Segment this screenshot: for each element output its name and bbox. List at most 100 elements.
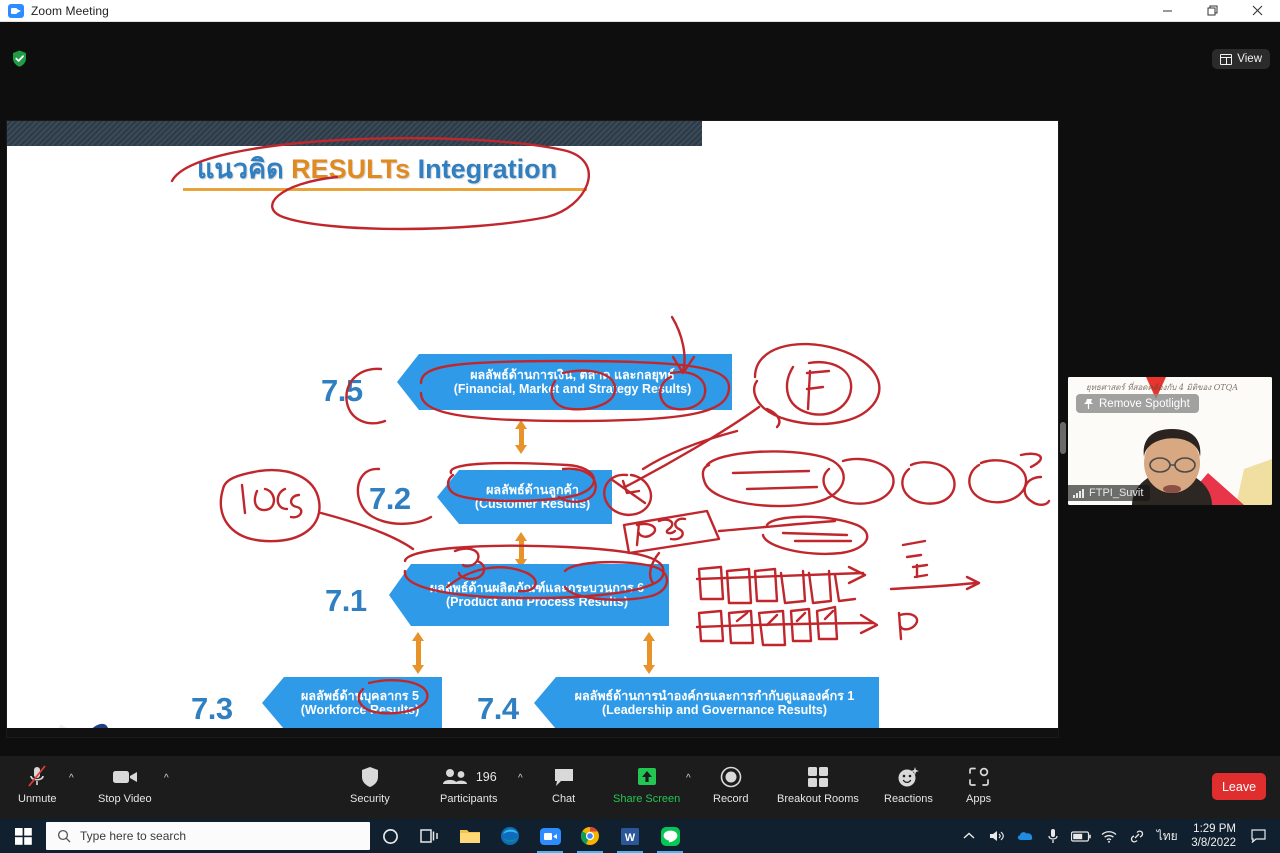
shield-check-icon[interactable]	[10, 49, 29, 68]
participants-count: 196	[475, 770, 497, 784]
leave-button[interactable]: Leave	[1212, 773, 1266, 800]
share-screen-label: Share Screen	[613, 793, 681, 805]
apps-icon	[968, 764, 990, 790]
row-number-74: 7.4	[477, 691, 519, 726]
onedrive-icon[interactable]	[1011, 819, 1039, 853]
row-bar-75[interactable]: ผลลัพธ์ด้านการเงิน, ตลาด และกลยุทธ์ (Fin…	[397, 354, 732, 410]
volume-icon[interactable]	[983, 819, 1011, 853]
row-english-73: (Workforce Results)	[300, 703, 420, 717]
breakout-rooms-button[interactable]: Breakout Rooms	[777, 764, 859, 805]
remove-spotlight-label: Remove Spotlight	[1099, 397, 1190, 410]
reactions-button[interactable]: Reactions	[884, 764, 933, 805]
language-indicator[interactable]: ไทย	[1151, 819, 1183, 853]
taskbar-clock[interactable]: 1:29 PM 3/8/2022	[1183, 822, 1244, 851]
minimize-button[interactable]	[1145, 0, 1190, 22]
arrow-72-to-75	[515, 420, 527, 454]
participants-options-caret-icon[interactable]: ^	[518, 773, 523, 784]
handwritten-annotations	[170, 136, 1051, 715]
show-hidden-icons-icon[interactable]	[955, 819, 983, 853]
shared-screen-slide[interactable]: แนวคิด RESULTs Integration 7.5 ผลลัพธ์ด้…	[7, 121, 1058, 737]
search-input[interactable]: Type here to search	[46, 822, 370, 850]
record-button[interactable]: Record	[713, 764, 748, 805]
row-bar-71[interactable]: ผลลัพธ์ด้านผลิตภัณฑ์และกระบวนการ 6 (Prod…	[389, 564, 669, 626]
battery-icon[interactable]	[1067, 819, 1095, 853]
share-screen-button[interactable]: Share Screen	[613, 764, 680, 805]
row-thai-73: ผลลัพธ์ด้านบุคลากร 5	[301, 688, 419, 703]
slide-title-thai: แนวคิด	[197, 154, 292, 184]
cortana-icon[interactable]	[370, 819, 410, 853]
microsoft-word-icon[interactable]: W	[610, 819, 650, 853]
microphone-muted-icon	[27, 764, 47, 790]
view-button[interactable]: View	[1212, 49, 1270, 69]
zoom-meeting-canvas: View แนวคิด RESULTs Integration 7.5 ผลลั…	[0, 22, 1280, 819]
meeting-top-bar: View	[0, 22, 1280, 69]
row-bar-73[interactable]: ผลลัพธ์ด้านบุคลากร 5 (Workforce Results)	[262, 677, 442, 729]
participant-video-tile[interactable]: ยุทธศาสตร์ ที่สอดคล้องกับ 4 มิติของ OTQA…	[1068, 377, 1272, 505]
window-title-bar: Zoom Meeting	[0, 0, 1280, 22]
close-button[interactable]	[1235, 0, 1280, 22]
row-english-72: (Customer Results)	[474, 497, 591, 511]
video-options-caret-icon[interactable]: ^	[164, 773, 169, 784]
unmute-button[interactable]: Unmute	[18, 764, 57, 805]
clock-date: 3/8/2022	[1191, 837, 1236, 849]
wifi-icon[interactable]	[1095, 819, 1123, 853]
slide-title-integration: Integration	[410, 154, 558, 184]
participants-button[interactable]: 196 Participants	[440, 764, 497, 805]
security-button[interactable]: Security	[350, 764, 390, 805]
arrow-74-to-71	[643, 632, 655, 674]
link-icon[interactable]	[1123, 819, 1151, 853]
slide-top-decoration	[7, 121, 702, 146]
record-circle-icon	[720, 764, 742, 790]
whiteboard-text: ยุทธศาสตร์ ที่สอดคล้องกับ 4 มิติของ OTQA	[1086, 383, 1238, 392]
row-bar-74[interactable]: ผลลัพธ์ด้านการนำองค์กรและการกำกับดูแลองค…	[534, 677, 879, 729]
row-number-73: 7.3	[191, 691, 233, 726]
security-label: Security	[350, 793, 390, 805]
slide-title: แนวคิด RESULTs Integration	[197, 147, 557, 190]
row-number-71: 7.1	[325, 583, 367, 618]
stop-video-button[interactable]: Stop Video	[98, 764, 152, 805]
share-options-caret-icon[interactable]: ^	[686, 773, 691, 784]
slide-content: แนวคิด RESULTs Integration 7.5 ผลลัพธ์ด้…	[7, 121, 1058, 737]
arrow-71-to-72	[515, 532, 527, 568]
slide-title-results: RESULTs	[291, 154, 411, 184]
row-bar-72[interactable]: ผลลัพธ์ด้านลูกค้า (Customer Results)	[437, 470, 612, 524]
participant-name-badge: FTPI_Suvit	[1068, 485, 1151, 501]
google-chrome-icon[interactable]	[570, 819, 610, 853]
microsoft-edge-icon[interactable]	[490, 819, 530, 853]
smiley-icon	[897, 764, 920, 790]
maximize-restore-button[interactable]	[1190, 0, 1235, 22]
microphone-icon[interactable]	[1039, 819, 1067, 853]
signal-bars-icon	[1073, 488, 1084, 498]
search-icon	[57, 829, 71, 843]
clock-time: 1:29 PM	[1193, 822, 1236, 835]
breakout-grid-icon	[807, 764, 829, 790]
zoom-meeting-window: Zoom Meeting View แนวคิด RESULTs Integra…	[0, 0, 1280, 853]
row-thai-71: ผลลัพธ์ด้านผลิตภัณฑ์และกระบวนการ 6	[429, 580, 645, 595]
line-icon[interactable]	[650, 819, 690, 853]
participants-label: Participants	[440, 793, 498, 805]
windows-start-button[interactable]	[0, 819, 46, 853]
share-screen-icon	[636, 764, 658, 790]
row-number-75: 7.5	[321, 373, 363, 408]
audio-options-caret-icon[interactable]: ^	[69, 773, 74, 784]
slide-bottom-decoration	[7, 728, 1058, 737]
row-english-75: (Financial, Market and Strategy Results)	[453, 382, 692, 396]
chat-bubble-icon	[553, 764, 575, 790]
task-view-icon[interactable]	[410, 819, 450, 853]
title-underline	[183, 188, 587, 191]
row-english-74: (Leadership and Governance Results)	[601, 703, 828, 717]
window-controls	[1145, 0, 1280, 22]
remove-spotlight-button[interactable]: Remove Spotlight	[1076, 394, 1199, 413]
shield-icon	[361, 764, 379, 790]
unmute-label: Unmute	[18, 793, 57, 805]
video-strip-scroll-handle[interactable]	[1060, 422, 1066, 454]
arrow-73-to-71	[412, 632, 424, 674]
apps-label: Apps	[966, 793, 992, 805]
notification-icon[interactable]	[1244, 819, 1272, 853]
apps-button[interactable]: Apps	[966, 764, 991, 805]
zoom-taskbar-icon[interactable]	[530, 819, 570, 853]
zoom-app-icon	[8, 3, 24, 18]
file-explorer-icon[interactable]	[450, 819, 490, 853]
chat-button[interactable]: Chat	[552, 764, 575, 805]
window-title: Zoom Meeting	[31, 3, 109, 18]
